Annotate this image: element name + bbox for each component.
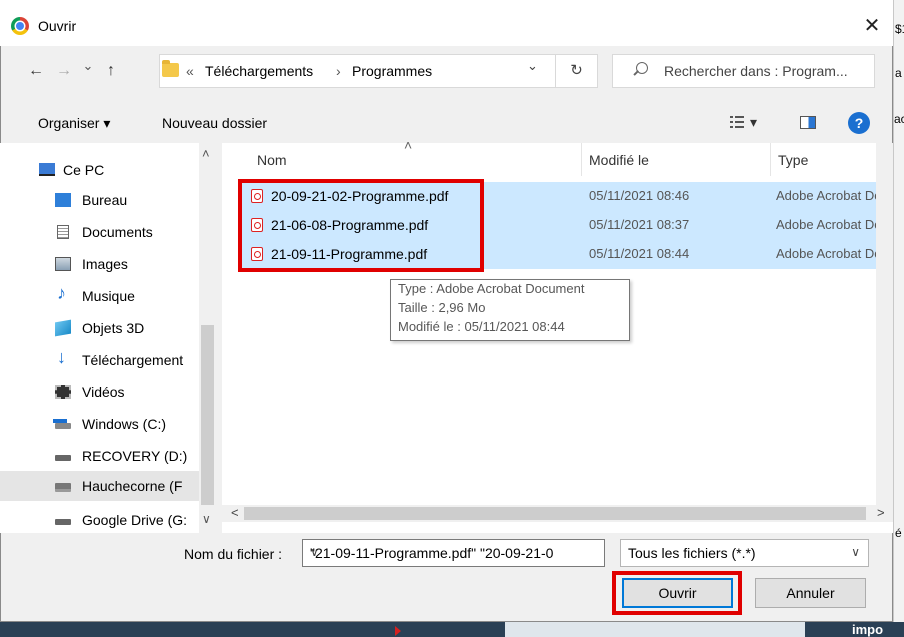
help-icon[interactable]: ? <box>848 112 870 134</box>
sidebar-item-images[interactable]: Images <box>0 249 199 279</box>
chrome-icon <box>11 17 29 35</box>
background-text: a <box>895 66 902 80</box>
drive-icon <box>55 455 71 461</box>
column-header-type[interactable]: Type <box>778 152 808 168</box>
downloads-icon: ↓ <box>57 347 66 367</box>
navigation-scrollbar-thumb[interactable] <box>201 325 214 505</box>
breadcrumb-overflow[interactable]: « <box>186 63 194 79</box>
sidebar-item-3d-objects[interactable]: Objets 3D <box>0 313 199 343</box>
sidebar-item-music[interactable]: ♪ Musique <box>0 281 199 311</box>
search-icon <box>636 62 648 74</box>
sidebar-item-label: Images <box>82 256 128 272</box>
music-icon: ♪ <box>57 283 66 303</box>
folder-icon <box>162 60 179 77</box>
filename-input[interactable]: "21-09-11-Programme.pdf" "20-09-21-0 ∨ <box>302 539 605 567</box>
file-list-vertical-scrollbar[interactable] <box>876 143 893 505</box>
sidebar-item-label: Google Drive (G: <box>82 512 188 528</box>
background-arrow-icon <box>395 626 401 636</box>
3d-objects-icon <box>55 319 71 337</box>
background-text: é <box>895 526 902 540</box>
sidebar-item-label: Documents <box>82 224 153 240</box>
address-dropdown[interactable]: ⌄ <box>527 58 538 74</box>
breadcrumb-separator: › <box>336 63 341 79</box>
sidebar-item-label: RECOVERY (D:) <box>82 448 188 464</box>
recent-locations-dropdown[interactable]: ⌄ <box>78 58 98 74</box>
forward-button[interactable]: → <box>54 62 74 80</box>
desktop-icon <box>55 193 71 207</box>
sidebar-item-label: Vidéos <box>82 384 125 400</box>
sidebar-item-hauchecorne[interactable]: Hauchecorne (F <box>0 471 199 501</box>
tooltip-size: Taille : 2,96 Mo <box>398 300 486 315</box>
sidebar-item-label: Bureau <box>82 192 128 208</box>
file-type-filter-value: Tous les fichiers (*.*) <box>628 545 756 561</box>
sidebar-item-label: Téléchargement <box>82 352 184 368</box>
sidebar-item-google-drive[interactable]: Google Drive (G: <box>0 505 199 535</box>
file-type-filter[interactable]: Tous les fichiers (*.*) ∨ <box>620 539 869 567</box>
nav-scroll-down-arrow[interactable]: ∨ <box>202 512 211 526</box>
sidebar-item-label: Ce PC <box>63 162 105 178</box>
sidebar-item-label: Windows (C:) <box>82 416 167 432</box>
sidebar-item-windows-c[interactable]: Windows (C:) <box>0 409 199 439</box>
column-header-name[interactable]: Nom <box>257 152 287 168</box>
file-modified: 05/11/2021 08:37 <box>589 217 690 232</box>
title-bar <box>0 6 893 46</box>
background-text: impo <box>852 622 884 637</box>
close-button[interactable]: ✕ <box>860 14 884 38</box>
annotation-highlight-open-button <box>612 571 742 615</box>
sidebar-item-recovery-d[interactable]: RECOVERY (D:) <box>0 441 199 471</box>
new-folder-button[interactable]: Nouveau dossier <box>162 115 267 131</box>
file-type-filter-dropdown[interactable]: ∨ <box>851 545 860 559</box>
documents-icon <box>57 225 69 239</box>
drive-icon <box>55 519 71 525</box>
tooltip-type: Type : Adobe Acrobat Document <box>398 281 585 296</box>
preview-pane-icon[interactable] <box>800 116 816 129</box>
background-text: $1 <box>895 22 904 36</box>
filename-dropdown[interactable]: ∨ <box>310 545 599 559</box>
background-text: ac <box>894 112 904 126</box>
view-options-dropdown[interactable]: ▾ <box>750 114 757 131</box>
up-button[interactable]: ↑ <box>101 62 121 80</box>
sidebar-item-videos[interactable]: Vidéos <box>0 377 199 407</box>
file-modified: 05/11/2021 08:44 <box>589 246 690 261</box>
dialog-title: Ouvrir <box>38 18 77 34</box>
nav-scroll-up-arrow[interactable]: ˄ <box>202 146 210 161</box>
search-placeholder: Rechercher dans : Program... <box>664 63 848 79</box>
images-icon <box>55 257 71 271</box>
file-tooltip: Type : Adobe Acrobat Document Taille : 2… <box>390 279 630 341</box>
sidebar-item-downloads[interactable]: ↓ Téléchargement <box>0 345 199 375</box>
back-button[interactable]: ← <box>26 62 46 80</box>
file-modified: 05/11/2021 08:46 <box>589 188 690 203</box>
drive-icon <box>55 423 71 429</box>
background-page-right: $1 a ac é <box>893 0 904 637</box>
scroll-right-arrow[interactable]: > <box>877 505 885 520</box>
breadcrumb-item-downloads[interactable]: Téléchargements <box>205 63 313 79</box>
sort-indicator-icon: ˄ <box>404 137 413 153</box>
scroll-left-arrow[interactable]: < <box>231 505 239 520</box>
network-drive-icon <box>55 483 71 492</box>
annotation-highlight-files <box>238 179 484 272</box>
sidebar-item-label: Musique <box>82 288 135 304</box>
horizontal-scrollbar-thumb[interactable] <box>244 507 866 520</box>
breadcrumb-item-programmes[interactable]: Programmes <box>352 63 432 79</box>
sidebar-item-this-pc[interactable]: Ce PC <box>0 155 199 185</box>
filename-label: Nom du fichier : <box>184 546 283 562</box>
column-header-modified[interactable]: Modifié le <box>589 152 649 168</box>
tooltip-modified: Modifié le : 05/11/2021 08:44 <box>398 319 565 334</box>
sidebar-item-desktop[interactable]: Bureau <box>0 185 199 215</box>
refresh-button[interactable]: ↻ <box>555 54 598 88</box>
sidebar-item-label: Hauchecorne (F <box>82 478 183 494</box>
organize-menu[interactable]: Organiser ▾ <box>38 115 110 132</box>
cancel-button[interactable]: Annuler <box>755 578 866 608</box>
videos-icon <box>55 385 71 399</box>
sidebar-item-label: Objets 3D <box>82 320 145 336</box>
sidebar-item-documents[interactable]: Documents <box>0 217 199 247</box>
background-page-bottom: impo <box>0 622 904 637</box>
computer-icon <box>39 163 55 176</box>
view-options-icon[interactable] <box>730 116 744 128</box>
